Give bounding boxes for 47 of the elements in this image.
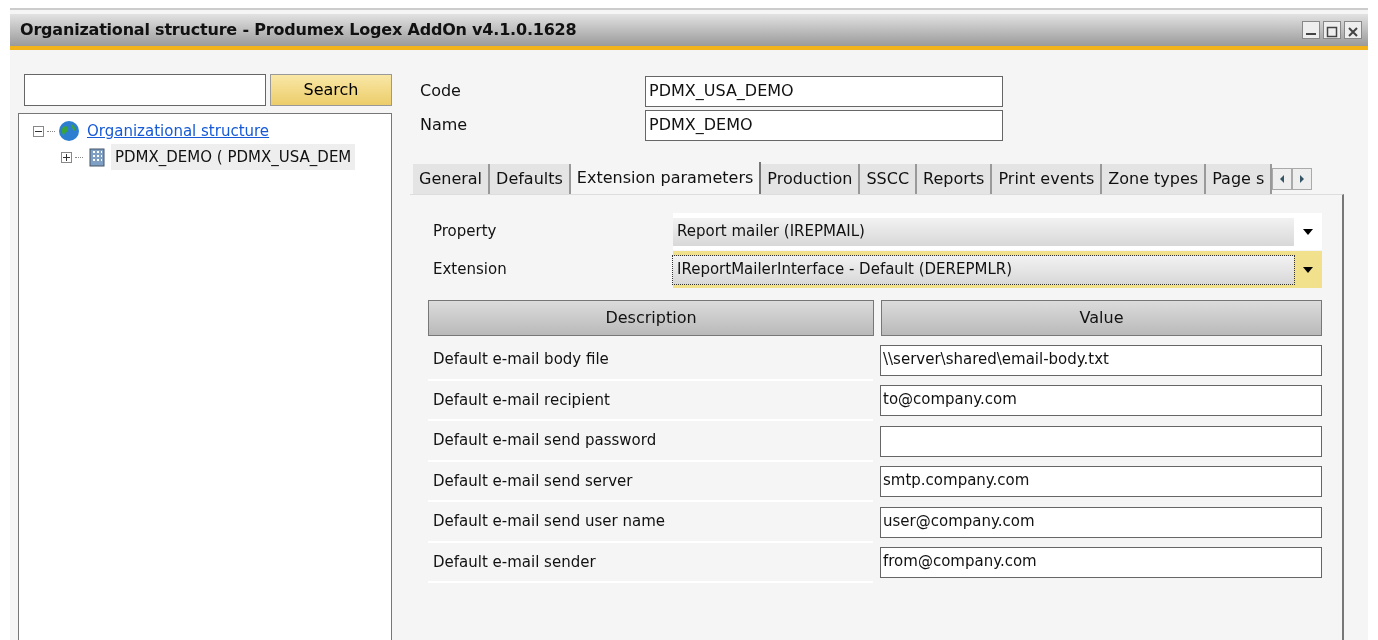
tab[interactable]: Reports [917,164,993,194]
field-label: Code [419,80,462,102]
column-header: Description [428,300,874,336]
field-label: Name [419,114,469,136]
table-cell: Default e-mail send server [428,461,873,502]
tree-item[interactable]: PDMX_DEMO ( PDMX_USA_DEM [111,143,356,171]
tab[interactable]: SSCC [860,164,918,194]
search-button[interactable]: Search [270,74,392,106]
building-icon [86,146,108,168]
text-field[interactable]: PDMX_DEMO [645,109,1003,141]
tab[interactable]: Production [761,164,861,194]
maximize-button[interactable] [1323,21,1341,39]
tab[interactable]: Defaults [490,164,571,194]
expander-icon[interactable] [61,151,72,163]
text-field[interactable]: user@company.com [880,506,1322,538]
scroll-right-icon[interactable] [1292,168,1313,190]
text-field[interactable]: from@company.com [880,547,1322,579]
column-header: Value [881,300,1322,336]
tab[interactable]: Page s [1206,164,1273,194]
field-label: Property [428,213,673,250]
text-field[interactable] [880,425,1322,457]
search-field[interactable] [24,74,266,106]
table-cell: Default e-mail send user name [428,502,873,543]
expander-icon[interactable] [33,125,44,137]
window-title: Organizational structure - Produmex Logex AddOn v4.1.0.1628 [20,19,578,41]
tab[interactable]: Print events [992,164,1103,194]
close-icon [1347,26,1359,38]
tree-item[interactable]: Organizational structure [83,117,274,145]
text-field[interactable]: PDMX_USA_DEMO [645,75,1003,107]
text-field[interactable]: smtp.company.com [880,466,1322,498]
tab[interactable]: General [413,164,491,194]
globe-icon [58,120,80,142]
text-field[interactable]: \\server\shared\email-body.txt [880,344,1322,376]
scroll-left-icon[interactable] [1272,168,1293,190]
minimize-icon [1306,33,1316,35]
field-label: Extension [428,251,673,288]
text-field[interactable]: to@company.com [880,385,1322,417]
table-cell: Default e-mail body file [428,340,873,381]
tab[interactable]: Zone types [1102,164,1207,194]
dropdown-field[interactable]: IReportMailerInterface - Default (DEREPMLR) [673,255,1294,284]
table-cell: Default e-mail sender [428,542,873,583]
close-button[interactable] [1344,21,1362,39]
maximize-icon [1326,26,1338,38]
table-cell: Default e-mail send password [428,421,873,462]
minimize-button[interactable] [1302,21,1320,39]
dropdown-field[interactable]: Report mailer (IREPMAIL) [673,217,1294,246]
table-cell: Default e-mail recipient [428,380,873,421]
